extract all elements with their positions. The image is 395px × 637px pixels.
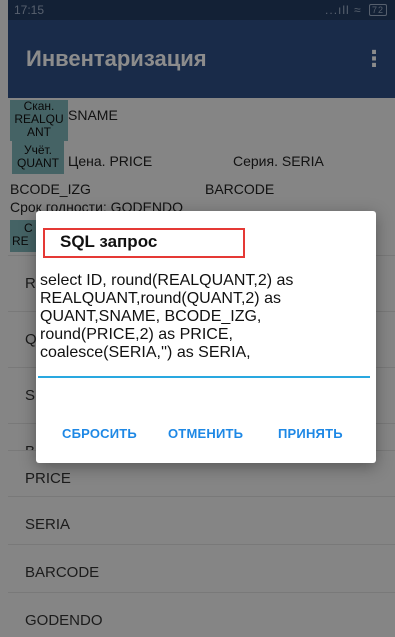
reset-button[interactable]: СБРОСИТЬ xyxy=(62,426,137,441)
sql-query-input[interactable]: select ID, round(REALQUANT,2) as REALQUA… xyxy=(38,268,370,378)
accept-button[interactable]: ПРИНЯТЬ xyxy=(278,426,343,441)
cancel-button[interactable]: ОТМЕНИТЬ xyxy=(168,426,243,441)
screen: 17:15 ...ıll ≈ 72 Инвентаризация ⋮ Скан.… xyxy=(0,0,395,637)
sql-dialog: SQL запрос select ID, round(REALQUANT,2)… xyxy=(36,211,376,463)
dialog-title: SQL запрос xyxy=(60,232,158,251)
